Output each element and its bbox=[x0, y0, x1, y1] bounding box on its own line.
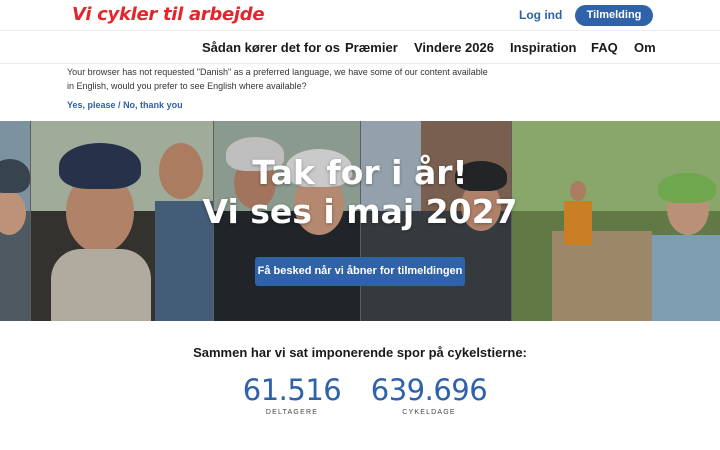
nav-item-how-it-goes[interactable]: Sådan kører det for os bbox=[202, 40, 340, 55]
login-link[interactable]: Log ind bbox=[519, 8, 562, 22]
stats-heading: Sammen har vi sat imponerende spor på cy… bbox=[193, 345, 527, 360]
nav-item-winners[interactable]: Vindere 2026 bbox=[414, 40, 494, 55]
nav-item-about[interactable]: Om bbox=[634, 40, 656, 55]
language-no-link[interactable]: No, thank you bbox=[123, 100, 183, 110]
hero-title-line2: Vi ses i maj 2027 bbox=[202, 192, 518, 231]
language-separator: / bbox=[115, 100, 124, 110]
nav-item-prizes[interactable]: Præmier bbox=[345, 40, 398, 55]
notify-me-button[interactable]: Få besked når vi åbner for tilmeldingen bbox=[255, 257, 465, 286]
hero-title-line1: Tak for i år! bbox=[252, 153, 468, 192]
language-notice-links: Yes, please / No, thank you bbox=[67, 100, 183, 110]
language-notice-text: Your browser has not requested "Danish" … bbox=[67, 67, 488, 91]
site-logo[interactable]: Vi cykler til arbejde bbox=[72, 4, 265, 25]
stat-label: DELTAGERE bbox=[265, 409, 319, 416]
stat-participants: 61.516 DELTAGERE bbox=[227, 373, 357, 416]
stat-cycling-days: 639.696 CYKELDAGE bbox=[364, 373, 494, 416]
stat-label: CYKELDAGE bbox=[402, 409, 456, 416]
stat-value: 61.516 bbox=[242, 373, 342, 407]
top-bar: Vi cykler til arbejde Log ind Tilmelding bbox=[0, 0, 720, 30]
hero-banner: Tak for i år! Vi ses i maj 2027 Få beske… bbox=[0, 121, 720, 321]
hero-title: Tak for i år! Vi ses i maj 2027 bbox=[0, 153, 720, 231]
stat-value: 639.696 bbox=[370, 373, 488, 407]
nav-item-faq[interactable]: FAQ bbox=[591, 40, 618, 55]
signup-button[interactable]: Tilmelding bbox=[575, 5, 653, 26]
main-nav: Sådan kører det for os Præmier Vindere 2… bbox=[0, 30, 720, 64]
language-yes-link[interactable]: Yes, please bbox=[67, 100, 116, 110]
nav-item-inspiration[interactable]: Inspiration bbox=[510, 40, 576, 55]
